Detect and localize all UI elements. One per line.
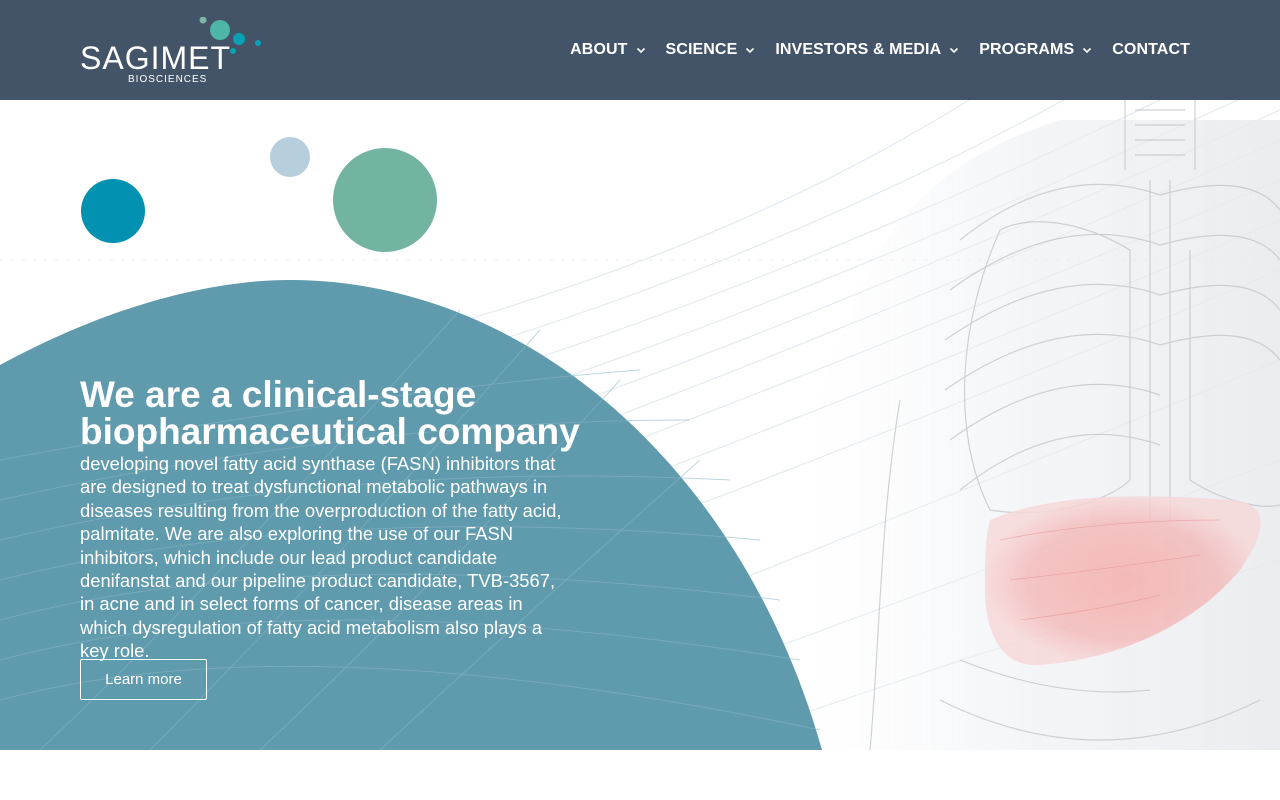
nav-item-label: CONTACT <box>1112 41 1190 58</box>
chevron-down-icon <box>950 47 959 54</box>
nav-item-about[interactable]: ABOUT <box>570 41 645 59</box>
nav-item-investors-media[interactable]: INVESTORS & MEDIA <box>775 41 959 59</box>
nav-item-label: SCIENCE <box>665 41 738 58</box>
anatomy-illustration <box>760 100 1280 750</box>
nav-item-science[interactable]: SCIENCE <box>666 41 756 59</box>
hero-headline: We are a clinical-stage biopharmaceutica… <box>80 376 600 450</box>
decorative-circle-blue <box>81 179 145 243</box>
nav-item-label: ABOUT <box>570 41 628 58</box>
nav-item-label: INVESTORS & MEDIA <box>775 41 942 58</box>
chevron-down-icon <box>1083 47 1092 54</box>
hero-description: developing novel fatty acid synthase (FA… <box>80 453 562 662</box>
decorative-circle-pale <box>270 137 310 177</box>
sagimet-logo[interactable]: SAGIMET BIOSCIENCES <box>80 17 262 85</box>
learn-more-button[interactable]: Learn more <box>80 659 207 700</box>
hero-headline-line2: biopharmaceutical company <box>80 411 580 452</box>
decorative-circle-green <box>333 148 437 252</box>
logo-graphic: SAGIMET BIOSCIENCES <box>80 17 261 85</box>
nav-item-contact[interactable]: CONTACT <box>1112 41 1190 59</box>
hero-section: We are a clinical-stage biopharmaceutica… <box>0 100 1280 750</box>
nav-item-programs[interactable]: PROGRAMS <box>979 41 1092 59</box>
chevron-down-icon <box>636 47 645 54</box>
main-nav: ABOUT SCIENCE INVESTORS & MEDIA PROGRAMS… <box>550 0 1190 100</box>
site-header: SAGIMET BIOSCIENCES ABOUT SCIENCE INVEST… <box>0 0 1280 100</box>
chevron-down-icon <box>746 47 755 54</box>
logo-subtitle: BIOSCIENCES <box>128 74 207 85</box>
hero-headline-line1: We are a clinical-stage <box>80 374 477 415</box>
nav-item-label: PROGRAMS <box>979 41 1075 58</box>
logo-wordmark: SAGIMET <box>80 40 231 76</box>
